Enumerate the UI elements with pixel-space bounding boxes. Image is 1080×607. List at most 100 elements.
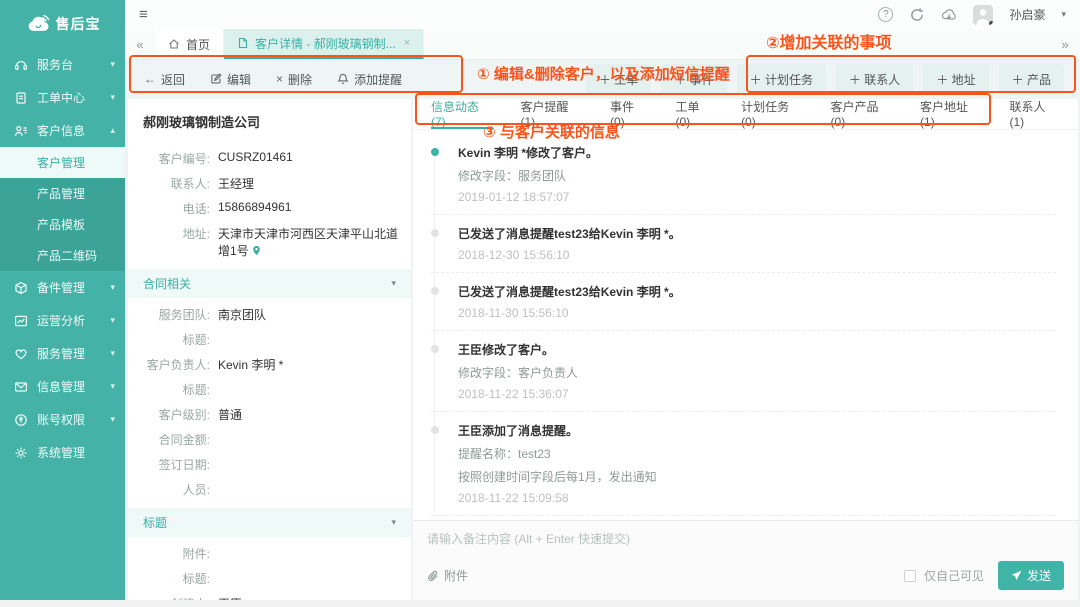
delete-x-icon: × — [276, 72, 283, 86]
add-event-button[interactable]: ＋ 事件 — [661, 64, 726, 95]
tab-workorders[interactable]: 工单(0) — [676, 99, 715, 129]
sidebar-item-label: 工单中心 — [37, 89, 85, 106]
sidebar-item-label: 备件管理 — [37, 279, 85, 296]
field-label: 地址: — [128, 225, 210, 242]
chevron-down-icon: ▾ — [110, 414, 115, 425]
sidebar-item-label: 服务台 — [37, 56, 73, 73]
add-product-button[interactable]: ＋ 产品 — [999, 64, 1064, 95]
field-customer-level: 客户级别:普通 — [128, 402, 411, 427]
customer-name: 郝刚玻璃钢制造公司 — [128, 99, 411, 142]
tabs-scroll-right-icon[interactable]: » — [1050, 29, 1080, 59]
sidebar-subitem-label: 产品模板 — [37, 216, 85, 233]
bottom-strip — [0, 600, 1080, 607]
sidebar-item-operation-analysis[interactable]: 运营分析 ▾ — [0, 304, 125, 337]
timeline-dot — [431, 148, 439, 156]
sidebar-subitem-label: 客户管理 — [37, 154, 85, 171]
field-label: 客户编号: — [128, 150, 210, 167]
tab-customer-reminder[interactable]: 客户提醒(1) — [520, 99, 582, 129]
add-reminder-button[interactable]: 添加提醒 — [337, 71, 402, 88]
field-value: 王经理 — [218, 175, 254, 192]
tab-customer-addresses[interactable]: 客户地址(1) — [920, 99, 982, 129]
tab-events[interactable]: 事件(0) — [610, 99, 649, 129]
field-service-team: 服务团队:南京团队 — [128, 302, 411, 327]
sidebar-item-service-management[interactable]: 服务管理 ▾ — [0, 337, 125, 370]
sidebar-item-product-management[interactable]: 产品管理 — [0, 178, 125, 209]
sidebar-item-product-template[interactable]: 产品模板 — [0, 209, 125, 240]
headset-icon — [14, 58, 28, 72]
tabs-scroll-left-icon[interactable]: « — [125, 29, 155, 59]
back-button[interactable]: ← 返回 — [144, 71, 185, 88]
cloud-logo-icon — [25, 14, 51, 34]
user-avatar[interactable] — [973, 5, 993, 25]
add-workorder-button[interactable]: ＋ 工单 — [586, 64, 651, 95]
only-me-checkbox[interactable] — [904, 570, 916, 582]
collapse-menu-icon[interactable]: ≡ — [139, 7, 148, 22]
tab-home[interactable]: 首页 — [155, 29, 224, 59]
sidebar-item-service-desk[interactable]: 服务台 ▾ — [0, 48, 125, 81]
tab-contacts[interactable]: 联系人(1) — [1010, 99, 1061, 129]
cloud-download-icon[interactable] — [941, 7, 957, 23]
sidebar-item-message-management[interactable]: 信息管理 ▾ — [0, 370, 125, 403]
sidebar-item-customer-info[interactable]: 客户信息 ▴ — [0, 114, 125, 147]
field-contract-amount: 合同金额: — [128, 427, 411, 452]
main-area: ≡ ? 孙启豪 ▾ « 首页 客户详情 - 郝刚玻璃钢制... × » — [125, 0, 1080, 600]
field-label: 联系人: — [128, 175, 210, 192]
sidebar-item-work-orders[interactable]: 工单中心 ▾ — [0, 81, 125, 114]
content-area: 郝刚玻璃钢制造公司 客户编号: CUSRZ01461 联系人: 王经理 电话: … — [125, 98, 1080, 600]
user-name[interactable]: 孙启豪 — [1009, 6, 1045, 23]
add-reminder-label: 添加提醒 — [354, 71, 402, 88]
timeline-entry: 王臣添加了消息提醒。 提醒名称：test23 按照创建时间字段后每1月，发出通知… — [431, 412, 1056, 516]
sidebar-item-system-management[interactable]: 系统管理 — [0, 436, 125, 469]
field-personnel: 人员: — [128, 477, 411, 502]
only-me-label: 仅自己可见 — [924, 567, 984, 584]
section-header-contract[interactable]: 合同相关 ▾ — [128, 269, 411, 298]
section-title: 合同相关 — [143, 275, 191, 292]
sidebar-item-label: 服务管理 — [37, 345, 85, 362]
chevron-down-icon: ▾ — [110, 282, 115, 293]
close-icon[interactable]: × — [404, 37, 410, 49]
sidebar-item-parts-management[interactable]: 备件管理 ▾ — [0, 271, 125, 304]
sidebar-item-account-permission[interactable]: 账号权限 ▾ — [0, 403, 125, 436]
entry-detail: 提醒名称：test23 — [458, 445, 1056, 462]
tab-customer-products[interactable]: 客户产品(0) — [831, 99, 893, 129]
chevron-down-icon: ▾ — [391, 517, 396, 528]
field-creator: 创建人:王臣 — [128, 591, 411, 600]
add-contact-button[interactable]: ＋ 联系人 — [836, 64, 913, 95]
field-title-3: 标题: — [128, 566, 411, 591]
sidebar-subitem-label: 产品管理 — [37, 185, 85, 202]
delete-label: 删除 — [288, 71, 312, 88]
paperclip-icon — [427, 570, 439, 582]
comment-input[interactable] — [413, 521, 1078, 553]
send-button[interactable]: 发送 — [998, 561, 1064, 590]
delete-button[interactable]: × 删除 — [276, 71, 312, 88]
add-related-group: ＋ 工单 ＋ 事件 ＋ 计划任务 ＋ 联系人 ＋ 地址 ＋ 产品 — [586, 64, 1064, 95]
back-arrow-icon: ← — [144, 72, 156, 86]
edit-button[interactable]: 编辑 — [210, 71, 251, 88]
section-title: 标题 — [143, 514, 167, 531]
tab-planned-tasks[interactable]: 计划任务(0) — [741, 99, 803, 129]
tab-activity-feed[interactable]: 信息动态(7) — [431, 99, 493, 129]
section-header-title[interactable]: 标题 ▾ — [128, 508, 411, 537]
chevron-down-icon: ▾ — [391, 278, 396, 289]
work-order-icon — [14, 91, 28, 105]
refresh-icon[interactable] — [909, 7, 925, 23]
sidebar-item-product-qrcode[interactable]: 产品二维码 — [0, 240, 125, 271]
sidebar-item-label: 运营分析 — [37, 312, 85, 329]
entry-time: 2018-11-22 15:09:58 — [458, 491, 1056, 505]
topbar: ≡ ? 孙启豪 ▾ — [125, 0, 1080, 29]
send-label: 发送 — [1027, 567, 1051, 584]
tab-customer-detail[interactable]: 客户详情 - 郝刚玻璃钢制... × — [224, 29, 424, 59]
field-value: CUSRZ01461 — [218, 150, 293, 164]
chevron-down-icon: ▾ — [110, 315, 115, 326]
chevron-down-icon: ▾ — [110, 381, 115, 392]
timeline-entry: 已发送了消息提醒test23给Kevin 李明 *。 2018-12-30 15… — [431, 215, 1056, 273]
add-planned-task-button[interactable]: ＋ 计划任务 — [737, 64, 826, 95]
field-address: 地址: 天津市天津市河西区天津平山北道增1号 — [128, 221, 411, 263]
sidebar-item-customer-management[interactable]: 客户管理 — [0, 147, 125, 178]
user-menu-caret-icon[interactable]: ▾ — [1061, 9, 1066, 20]
help-icon[interactable]: ? — [878, 7, 893, 22]
attachment-button[interactable]: 附件 — [427, 567, 468, 584]
add-address-button[interactable]: ＋ 地址 — [923, 64, 988, 95]
sidebar-item-label: 客户信息 — [37, 122, 85, 139]
location-pin-icon[interactable] — [251, 245, 262, 256]
